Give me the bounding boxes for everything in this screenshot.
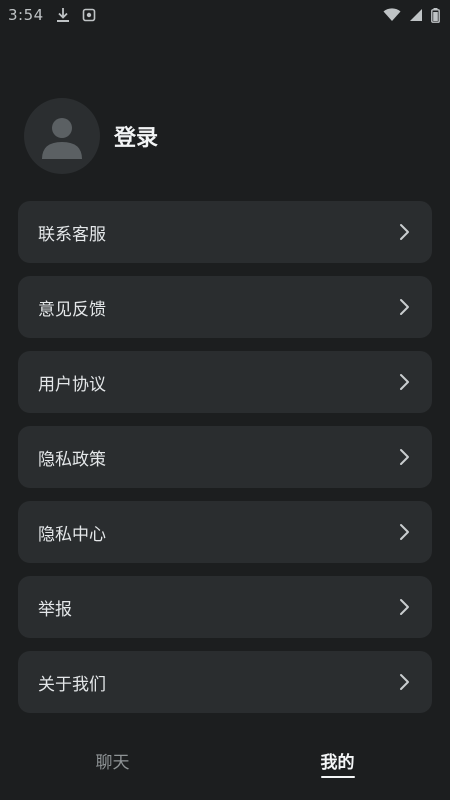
menu-item-label: 联系客服 [38, 224, 106, 245]
chevron-right-icon [400, 524, 409, 540]
status-icons-left [56, 7, 96, 23]
tab-chat[interactable]: 聊天 [0, 735, 225, 785]
chevron-right-icon [400, 374, 409, 390]
menu-item-label: 隐私中心 [38, 524, 106, 545]
chevron-right-icon [400, 224, 409, 240]
menu-item-label: 关于我们 [38, 674, 106, 695]
tab-chat-label: 聊天 [95, 752, 130, 773]
menu-item-label: 举报 [38, 599, 72, 620]
profile-header[interactable]: 登录 [24, 98, 158, 174]
avatar[interactable] [24, 98, 100, 174]
wifi-icon [383, 8, 401, 21]
menu-item-about-us[interactable]: 关于我们 [18, 651, 432, 713]
menu-item-report[interactable]: 举报 [18, 576, 432, 638]
bottom-tab-bar: 聊天 我的 [0, 735, 450, 785]
menu-item-label: 意见反馈 [38, 299, 106, 320]
login-label[interactable]: 登录 [114, 120, 158, 152]
status-time: 3:54 [8, 6, 44, 24]
chevron-right-icon [400, 299, 409, 315]
tab-mine[interactable]: 我的 [225, 735, 450, 785]
menu-item-privacy-policy[interactable]: 隐私政策 [18, 426, 432, 488]
menu-item-label: 用户协议 [38, 374, 106, 395]
chevron-right-icon [400, 599, 409, 615]
menu-item-contact-service[interactable]: 联系客服 [18, 201, 432, 263]
status-bar: 3:54 [0, 0, 450, 30]
download-icon [56, 8, 69, 22]
battery-icon [431, 7, 440, 23]
status-icons-right [383, 7, 440, 23]
signal-icon [410, 9, 422, 21]
menu-item-feedback[interactable]: 意见反馈 [18, 276, 432, 338]
user-avatar-icon [42, 118, 82, 159]
menu-item-privacy-center[interactable]: 隐私中心 [18, 501, 432, 563]
chevron-right-icon [400, 449, 409, 465]
chevron-right-icon [400, 674, 409, 690]
menu-item-user-agreement[interactable]: 用户协议 [18, 351, 432, 413]
menu-item-label: 隐私政策 [38, 449, 106, 470]
settings-menu: 联系客服 意见反馈 用户协议 隐私政策 隐私中心 举报 关于我们 [18, 201, 432, 726]
notification-icon [82, 8, 95, 22]
tab-mine-label: 我的 [320, 748, 355, 778]
